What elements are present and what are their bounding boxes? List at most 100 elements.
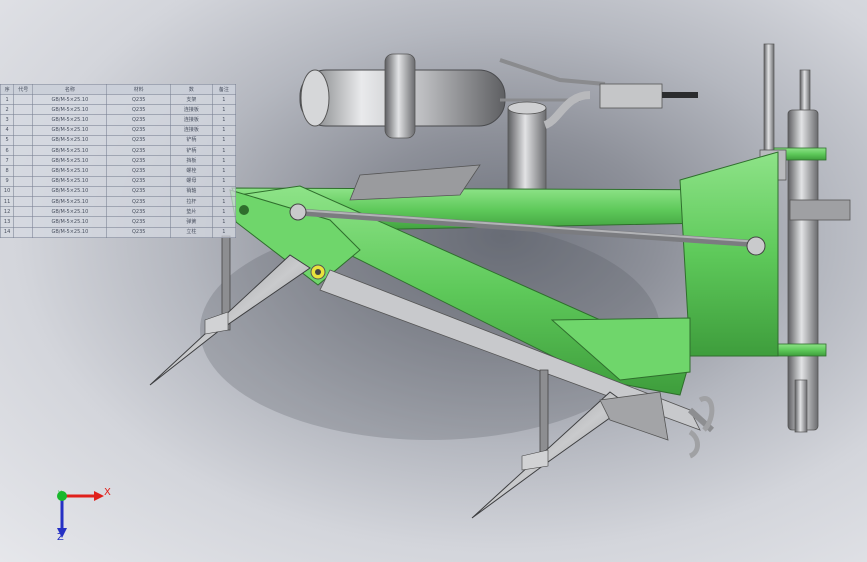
bill-of-materials-table[interactable]: 序 代号 名称 材料 数 备注 1 GB/M-5×25.10 Q235 支架 1 2 GB/…	[0, 84, 237, 239]
bom-cell-part: 挡板	[170, 155, 213, 167]
bom-cell-mat: Q235	[106, 145, 172, 157]
bom-cell-name: GB/M-5×25.10	[32, 175, 108, 187]
bom-cell-mat: Q235	[106, 175, 172, 187]
bom-cell-code	[13, 196, 34, 208]
bom-cell-no: 10	[0, 185, 15, 198]
bom-cell-part: 连接板	[170, 114, 213, 126]
bom-cell-name: GB/M-5×25.10	[32, 104, 108, 116]
bom-row: 11 GB/M-5×25.10 Q235 拉杆 1	[0, 196, 237, 208]
bom-row: 12 GB/M-5×25.10 Q235 垫片 1	[0, 206, 237, 218]
x-axis-label: X	[104, 487, 111, 498]
bom-cell-code	[13, 124, 34, 136]
bom-cell-name: GB/M-5×25.10	[32, 185, 108, 198]
bom-row: 14 GB/M-5×25.10 Q235 立柱 1	[0, 226, 237, 239]
bom-cell-code	[13, 206, 34, 218]
bom-cell-code	[13, 185, 34, 198]
bom-cell-name: GB/M-5×25.10	[32, 226, 108, 239]
bom-header-row: 序 代号 名称 材料 数 备注	[0, 84, 237, 95]
bom-header-note: 备注	[211, 84, 237, 95]
bom-cell-mat: Q235	[106, 155, 172, 167]
bom-cell-no: 3	[0, 114, 15, 126]
bom-cell-name: GB/M-5×25.10	[32, 165, 108, 177]
bom-cell-no: 14	[0, 226, 15, 239]
bom-cell-code	[13, 155, 34, 167]
bom-cell-qty: 1	[211, 134, 237, 147]
bom-cell-qty: 1	[211, 216, 237, 228]
bom-cell-qty: 1	[211, 175, 237, 187]
bom-cell-name: GB/M-5×25.10	[32, 114, 108, 126]
bom-cell-part: 垫片	[170, 206, 213, 218]
bom-cell-qty: 1	[211, 104, 237, 116]
bom-cell-code	[13, 134, 34, 147]
bom-row: 2 GB/M-5×25.10 Q235 连接板 1	[0, 104, 237, 116]
bom-cell-no: 11	[0, 196, 15, 208]
bom-cell-part: 连接板	[170, 124, 213, 136]
bom-cell-no: 7	[0, 155, 15, 167]
bom-cell-mat: Q235	[106, 124, 172, 136]
bom-cell-mat: Q235	[106, 104, 172, 116]
bom-row: 4 GB/M-5×25.10 Q235 连接板 1	[0, 124, 237, 136]
bom-row: 10 GB/M-5×25.10 Q235 销轴 1	[0, 185, 237, 198]
bom-row: 7 GB/M-5×25.10 Q235 挡板 1	[0, 155, 237, 167]
bom-cell-part: 销轴	[170, 185, 213, 198]
bom-cell-part: 铲柄	[170, 145, 213, 157]
bom-row: 3 GB/M-5×25.10 Q235 连接板 1	[0, 114, 237, 126]
bom-cell-name: GB/M-5×25.10	[32, 124, 108, 136]
bom-header-part: 材料	[106, 84, 172, 95]
bom-cell-name: GB/M-5×25.10	[32, 206, 108, 218]
bom-cell-mat: Q235	[106, 93, 172, 106]
bom-cell-code	[13, 104, 34, 116]
bom-cell-code	[13, 216, 34, 228]
bom-cell-code	[13, 93, 34, 106]
bom-cell-mat: Q235	[106, 216, 172, 228]
bom-cell-qty: 1	[211, 155, 237, 167]
bom-row: 1 GB/M-5×25.10 Q235 支架 1	[0, 93, 237, 106]
bom-cell-name: GB/M-5×25.10	[32, 134, 108, 147]
bom-cell-part: 拉杆	[170, 196, 213, 208]
bom-header-code: 代号	[13, 84, 34, 95]
bom-cell-code	[13, 165, 34, 177]
bom-cell-mat: Q235	[106, 226, 172, 239]
bom-cell-name: GB/M-5×25.10	[32, 93, 108, 106]
bom-cell-name: GB/M-5×25.10	[32, 155, 108, 167]
bom-header-name: 名称	[32, 84, 108, 95]
bom-cell-no: 6	[0, 145, 15, 157]
bom-body: 1 GB/M-5×25.10 Q235 支架 1 2 GB/M-5×25.10 Q235 连接板…	[0, 93, 237, 239]
bom-cell-mat: Q235	[106, 134, 172, 147]
bom-cell-part: 支架	[170, 93, 213, 106]
bom-cell-part: 立柱	[170, 226, 213, 239]
bom-row: 9 GB/M-5×25.10 Q235 螺母 1	[0, 175, 237, 187]
bom-cell-code	[13, 175, 34, 187]
bom-cell-mat: Q235	[106, 185, 172, 198]
bom-cell-no: 12	[0, 206, 15, 218]
bom-row: 5 GB/M-5×25.10 Q235 铲柄 1	[0, 134, 237, 147]
bom-cell-qty: 1	[211, 114, 237, 126]
bom-cell-part: 弹簧	[170, 216, 213, 228]
bom-cell-no: 13	[0, 216, 15, 228]
bom-cell-name: GB/M-5×25.10	[32, 196, 108, 208]
bom-cell-no: 4	[0, 124, 15, 136]
bom-cell-name: GB/M-5×25.10	[32, 145, 108, 157]
z-axis-label: Z	[57, 532, 64, 543]
bom-cell-part: 连接板	[170, 104, 213, 116]
bom-cell-mat: Q235	[106, 114, 172, 126]
bom-cell-qty: 1	[211, 185, 237, 198]
bom-cell-mat: Q235	[106, 196, 172, 208]
bom-header-qty: 数	[170, 84, 213, 95]
bom-cell-part: 螺栓	[170, 165, 213, 177]
bom-cell-no: 1	[0, 93, 15, 106]
bom-row: 13 GB/M-5×25.10 Q235 弹簧 1	[0, 216, 237, 228]
bom-cell-no: 8	[0, 165, 15, 177]
graphics-viewport[interactable]: 序 代号 名称 材料 数 备注 1 GB/M-5×25.10 Q235 支架 1 2 GB/…	[0, 0, 867, 562]
bom-cell-qty: 1	[211, 124, 237, 136]
bom-cell-no: 5	[0, 134, 15, 147]
bom-cell-qty: 1	[211, 196, 237, 208]
bom-cell-qty: 1	[211, 226, 237, 239]
bom-cell-qty: 1	[211, 165, 237, 177]
bom-cell-mat: Q235	[106, 165, 172, 177]
bom-cell-part: 铲柄	[170, 134, 213, 147]
bom-cell-code	[13, 114, 34, 126]
bom-cell-qty: 1	[211, 93, 237, 106]
bom-cell-no: 2	[0, 104, 15, 116]
bom-row: 6 GB/M-5×25.10 Q235 铲柄 1	[0, 145, 237, 157]
